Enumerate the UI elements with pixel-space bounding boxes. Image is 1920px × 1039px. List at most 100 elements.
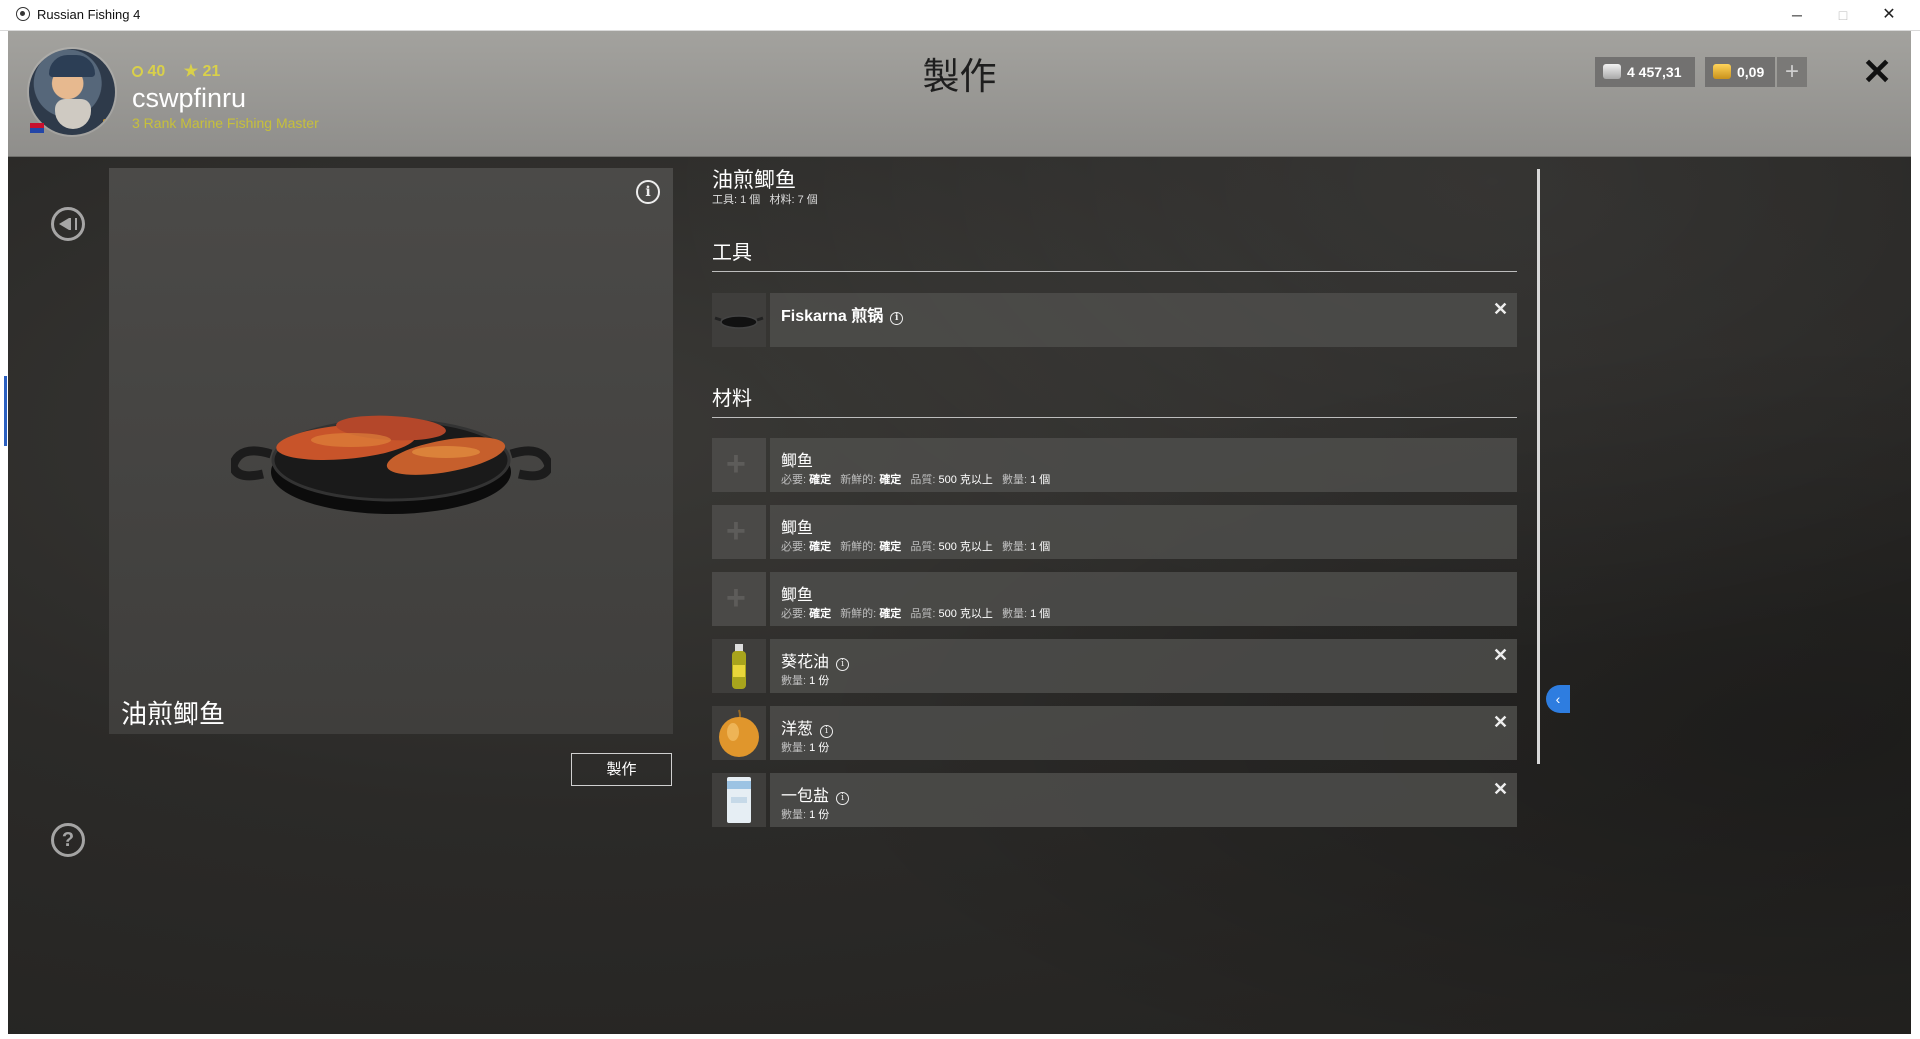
quantity-label: 數量: [781, 742, 807, 754]
avatar-beard [55, 99, 91, 129]
material-slot-body: 鲫鱼 必要: 確定 新鮮的: 確定 品質: 500 克以上 數量: 1 個 [770, 572, 1517, 626]
required-label: 必要: [781, 541, 807, 553]
plus-icon: + [726, 512, 746, 550]
window-bottom-edge [0, 1034, 1920, 1039]
quantity-value: 1 份 [809, 742, 830, 754]
add-ingredient-icon[interactable]: + [712, 572, 766, 626]
material-slot[interactable]: + 鲫鱼 必要: 確定 新鮮的: 確定 品質: 500 克以上 數量: 1 個 [712, 438, 1517, 492]
tools-divider [712, 271, 1517, 272]
quantity-value: 1 個 [1030, 541, 1051, 553]
material-slot-body: 葵花油 i 數量: 1 份 [770, 639, 1517, 693]
salt-pack-icon [712, 773, 766, 827]
quantity-label: 數量: [781, 675, 807, 687]
tool-name-text: Fiskarna 煎锅 [781, 308, 884, 325]
info-icon[interactable]: i [836, 658, 850, 671]
fresh-label: 新鮮的: [840, 474, 877, 486]
tools-count: 工具: 1 個 [712, 194, 761, 206]
info-icon[interactable]: i [890, 312, 904, 325]
material-name: 鲫鱼 [781, 520, 814, 537]
remove-icon[interactable]: ✕ [1493, 779, 1508, 800]
help-icon[interactable]: ? [51, 823, 85, 857]
material-quantity: 數量: 1 份 [781, 672, 835, 688]
player-rank: 3 Rank Marine Fishing Master [132, 115, 319, 131]
plus-icon: + [726, 445, 746, 483]
close-icon[interactable]: ✕ [1862, 51, 1892, 93]
quantity-label: 數量: [1001, 474, 1028, 486]
material-slot[interactable]: + 鲫鱼 必要: 確定 新鮮的: 確定 品質: 500 克以上 數量: 1 個 [712, 505, 1517, 559]
materials-heading: 材料 [712, 388, 752, 410]
tools-heading: 工具 [712, 242, 752, 264]
material-name-text: 葵花油 [781, 654, 830, 671]
tool-slot-body: Fiskarna 煎锅 i [770, 293, 1517, 347]
window-right-edge [1911, 31, 1920, 1034]
quality-label: 品質: [910, 474, 936, 486]
quantity-value: 1 份 [809, 675, 830, 687]
scrollbar[interactable] [1537, 169, 1540, 764]
materials-divider [712, 417, 1517, 418]
material-name: 葵花油 i [781, 648, 850, 672]
material-name-text: 一包盐 [781, 788, 830, 805]
game-window: 40 ★ 21 cswpfinru 3 Rank Marine Fishing … [8, 31, 1911, 1034]
country-flag-icon [30, 123, 44, 133]
material-quantity: 數量: 1 份 [781, 806, 835, 822]
material-name-text: 洋葱 [781, 721, 814, 738]
fresh-value: 確定 [879, 474, 902, 486]
info-icon[interactable]: i [836, 792, 850, 805]
material-slot-body: 鲫鱼 必要: 確定 新鮮的: 確定 品質: 500 克以上 數量: 1 個 [770, 505, 1517, 559]
quantity-value: 1 個 [1030, 608, 1051, 620]
material-slot[interactable]: 洋葱 i 數量: 1 份 ✕ [712, 706, 1517, 760]
add-ingredient-icon[interactable]: + [712, 505, 766, 559]
remove-icon[interactable]: ✕ [1493, 299, 1508, 320]
gold-balance: 0,09 [1705, 57, 1775, 87]
info-icon[interactable]: i [820, 725, 834, 738]
material-slot[interactable]: + 鲫鱼 必要: 確定 新鮮的: 確定 品質: 500 克以上 數量: 1 個 [712, 572, 1517, 626]
material-quantity: 數量: 1 份 [781, 739, 835, 755]
remove-icon[interactable]: ✕ [1493, 712, 1508, 733]
back-icon[interactable] [51, 207, 85, 241]
remove-icon[interactable]: ✕ [1493, 645, 1508, 666]
oil-bottle-icon [712, 639, 766, 693]
quantity-label: 數量: [1001, 541, 1028, 553]
required-value: 確定 [809, 608, 832, 620]
fried-crucian-image [231, 415, 551, 514]
silver-coins-icon [1603, 64, 1621, 79]
quantity-label: 數量: [1001, 608, 1028, 620]
window-title: Russian Fishing 4 [37, 7, 141, 22]
info-icon[interactable]: i [636, 180, 660, 204]
window-titlebar: Russian Fishing 4 ─ □ ✕ [0, 0, 1920, 31]
silver-balance: 4 457,31 [1595, 57, 1695, 87]
tool-slot[interactable]: Fiskarna 煎锅 i ✕ [712, 293, 1517, 347]
preview-item-name: 油煎鲫鱼 [121, 699, 226, 729]
window-left-edge [0, 31, 8, 1039]
material-name: 鲫鱼 [781, 587, 814, 604]
window-close-button[interactable]: ✕ [1866, 0, 1912, 30]
quantity-value: 1 份 [809, 809, 830, 821]
quality-value: 500 克以上 [938, 474, 993, 486]
material-slot[interactable]: 葵花油 i 數量: 1 份 ✕ [712, 639, 1517, 693]
required-label: 必要: [781, 608, 807, 620]
required-label: 必要: [781, 474, 807, 486]
plus-icon: + [726, 579, 746, 617]
quality-label: 品質: [910, 541, 936, 553]
material-name: 洋葱 i [781, 715, 834, 739]
craft-button[interactable]: 製作 [571, 753, 672, 786]
required-value: 確定 [809, 541, 832, 553]
app-icon [16, 7, 30, 21]
maximize-button[interactable]: □ [1820, 0, 1866, 30]
quality-value: 500 克以上 [938, 541, 993, 553]
quantity-label: 數量: [781, 809, 807, 821]
fresh-label: 新鮮的: [840, 541, 877, 553]
frying-pan-icon [712, 293, 766, 347]
onion-icon [712, 706, 766, 760]
add-ingredient-icon[interactable]: + [712, 438, 766, 492]
material-requirements: 必要: 確定 新鮮的: 確定 品質: 500 克以上 數量: 1 個 [781, 605, 1056, 621]
add-currency-button[interactable]: + [1777, 57, 1807, 87]
material-requirements: 必要: 確定 新鮮的: 確定 品質: 500 克以上 數量: 1 個 [781, 471, 1056, 487]
gold-coins-icon [1713, 64, 1731, 79]
fresh-label: 新鮮的: [840, 608, 877, 620]
material-slot[interactable]: 一包盐 i 數量: 1 份 ✕ [712, 773, 1517, 827]
side-panel-toggle-icon[interactable]: ‹ [1546, 685, 1570, 713]
minimize-button[interactable]: ─ [1774, 0, 1820, 30]
materials-count: 材料: 7 個 [769, 194, 818, 206]
material-name: 鲫鱼 [781, 453, 814, 470]
